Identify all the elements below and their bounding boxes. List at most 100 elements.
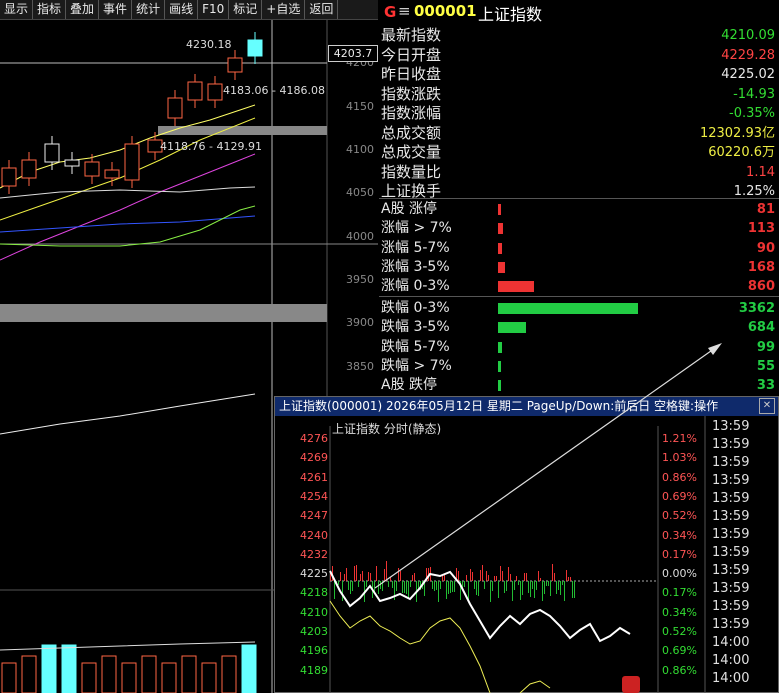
divider (379, 198, 779, 199)
stat-value: -0.35% (729, 106, 775, 121)
stat-label: 今日开盘 (381, 45, 442, 64)
tick-volume-bar (474, 581, 475, 589)
intraday-chart[interactable] (275, 416, 778, 693)
close-button[interactable]: ✕ (759, 398, 775, 414)
tick-volume-bar (370, 573, 371, 581)
tick-volume-bar (558, 581, 559, 590)
tick-volume-bar (512, 581, 513, 601)
avg-line (329, 600, 491, 693)
toolbar-item-2[interactable]: 叠加 (66, 0, 100, 19)
distribution-value: 55 (756, 358, 775, 374)
volume-bar (61, 644, 77, 693)
tick-volume-bar (358, 581, 359, 587)
distribution-label: A股 涨停 (381, 201, 438, 217)
toolbar-item-0[interactable]: 显示 (0, 0, 34, 19)
kline-annotation: 4183.06 - 4186.08 (223, 84, 325, 97)
toolbar-item-8[interactable]: +自选 (262, 0, 306, 19)
toolbar-item-9[interactable]: 返回 (305, 0, 339, 19)
chart-toolbar: 显示 指标 叠加 事件 统计 画线 F10 标记 +自选 返回 (0, 0, 378, 20)
candle-body (247, 39, 263, 57)
tick-volume-bar (338, 581, 339, 585)
volume-bar (121, 662, 137, 693)
tick-volume-bar (546, 581, 547, 586)
volume-bar (221, 655, 237, 693)
toolbar-item-5[interactable]: 画线 (165, 0, 199, 19)
toolbar-item-4[interactable]: 统计 (132, 0, 166, 19)
tick-volume-bar (402, 581, 403, 593)
watermark-logo (622, 676, 640, 693)
tick-volume-bar (568, 577, 569, 581)
tick-time: 13:59 (712, 581, 750, 596)
distribution-bar (498, 380, 501, 392)
tick-volume-bar (440, 581, 441, 589)
tick-volume-bar (404, 581, 405, 593)
distribution-label: 跌幅 3-5% (381, 319, 450, 336)
price-tick: 4196 (300, 644, 328, 658)
distribution-value: 113 (747, 221, 775, 237)
security-name: 上证指数 (478, 5, 543, 24)
tick-volume-bar (380, 581, 381, 589)
tick-volume-bar (552, 564, 553, 581)
tick-volume-bar (348, 581, 349, 590)
percent-tick: 0.69% (662, 489, 697, 503)
toolbar-item-3[interactable]: 事件 (99, 0, 133, 19)
percent-tick: 0.86% (662, 470, 697, 484)
price-band-low (0, 304, 327, 322)
volume-bar (41, 644, 57, 693)
tick-volume-bar (458, 571, 459, 581)
tick-volume-bar (482, 565, 483, 581)
toolbar-item-7[interactable]: 标记 (229, 0, 263, 19)
tick-volume-bar (564, 581, 565, 601)
candle-body (187, 81, 203, 101)
tick-volume-bar (368, 572, 369, 581)
tick-volume-bar (472, 572, 473, 581)
avg-line-2 (519, 680, 551, 693)
toolbar-item-1[interactable]: 指标 (33, 0, 67, 19)
price-tick: 4254 (300, 489, 328, 503)
y-tick-label: 4050 (346, 186, 374, 199)
group-label[interactable]: G (384, 3, 396, 21)
tick-time: 13:59 (712, 545, 750, 560)
tick-volume-bar (550, 581, 551, 596)
tick-volume-bar (562, 581, 563, 585)
candle-body (64, 159, 80, 167)
tick-volume-bar (476, 581, 477, 595)
price-tick: 4225 (300, 567, 328, 581)
tick-volume-bar (378, 581, 379, 594)
y-tick-label: 3850 (346, 360, 374, 373)
volume-bar (181, 655, 197, 693)
tick-volume-bar (438, 581, 439, 602)
distribution-bar (498, 261, 505, 273)
percent-tick: 0.17% (662, 586, 697, 600)
tick-time: 13:59 (712, 491, 750, 506)
tick-volume-bar (450, 581, 451, 593)
tick-volume-bar (534, 581, 535, 598)
tick-volume-bar (514, 581, 515, 590)
tick-volume-bar (342, 581, 343, 601)
tick-volume-bar (360, 574, 361, 581)
stat-value: 4210.09 (721, 28, 775, 43)
tick-volume-bar (484, 581, 485, 589)
distribution-label: 涨幅 > 7% (381, 220, 452, 237)
tick-volume-bar (574, 581, 575, 598)
tick-volume-bar (414, 573, 415, 581)
price-tick: 4210 (300, 605, 328, 619)
distribution-value: 90 (756, 240, 775, 256)
volume-bar (1, 662, 17, 693)
tick-volume-bar (486, 571, 487, 581)
tick-volume-bar (560, 581, 561, 595)
menu-icon[interactable]: ≡ (398, 2, 411, 20)
stat-value: 4229.28 (721, 47, 775, 63)
candle-body (1, 167, 17, 187)
tick-volume-bar (470, 569, 471, 581)
tick-volume-bar (548, 581, 549, 586)
popup-title[interactable]: 上证指数(000001) 2026年05月12日 星期二 PageUp/Down… (275, 397, 778, 416)
volume-bar (201, 662, 217, 693)
tick-volume-bar (408, 581, 409, 599)
toolbar-item-6[interactable]: F10 (198, 0, 230, 19)
tick-volume-bar (542, 581, 543, 601)
volume-bar (161, 662, 177, 693)
tick-volume-bar (504, 581, 505, 593)
candle-body (227, 57, 243, 73)
stat-label: 指数涨幅 (381, 104, 442, 122)
